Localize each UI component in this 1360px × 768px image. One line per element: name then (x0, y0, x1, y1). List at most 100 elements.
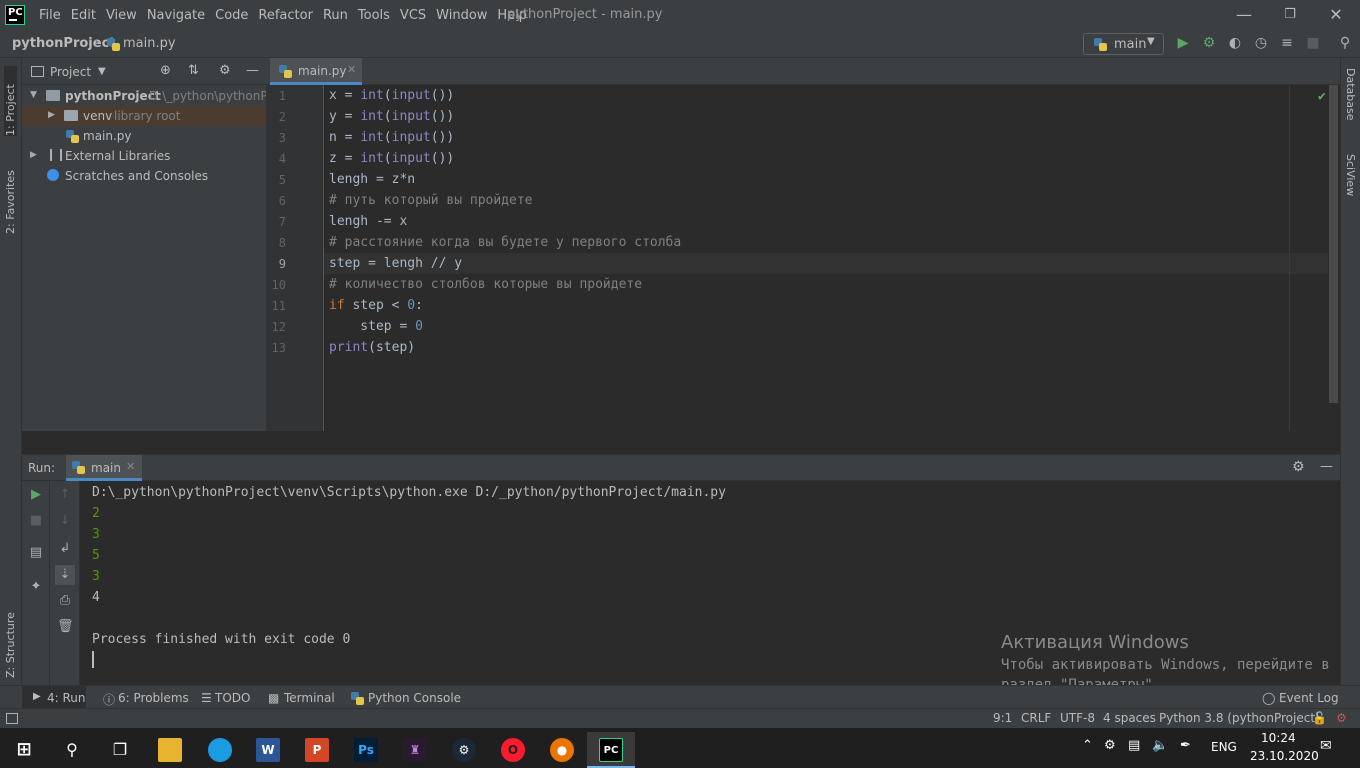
locate-icon[interactable]: ⊕ (160, 63, 171, 78)
tree-item-scratches[interactable]: Scratches and Consoles (22, 166, 266, 186)
clock-date[interactable]: 23.10.2020 (1250, 749, 1319, 763)
code-line[interactable]: # путь который вы пройдете (329, 190, 533, 211)
coverage-icon[interactable]: ◐ (1227, 35, 1243, 51)
line-separator[interactable]: CRLF (1021, 711, 1051, 725)
vertical-scrollbar[interactable] (1329, 85, 1338, 403)
gear-icon[interactable]: ⚙ (1292, 459, 1305, 475)
code-line[interactable]: # количество столбов которые вы пройдете (329, 274, 642, 295)
breadcrumb-file[interactable]: main.py (123, 36, 176, 51)
explorer-icon[interactable] (146, 732, 194, 768)
opera-icon[interactable]: O (489, 732, 537, 768)
hide-icon[interactable]: — (1320, 459, 1333, 474)
menu-refactor[interactable]: Refactor (253, 8, 318, 23)
tool-tab-todo[interactable]: TODO (215, 691, 250, 705)
run-tab-main[interactable]: main ✕ (66, 455, 142, 481)
tree-item-venv[interactable]: ▶ venv library root (22, 106, 266, 126)
rerun-icon[interactable]: ▶ (28, 487, 44, 503)
close-icon[interactable]: ✕ (1324, 4, 1348, 26)
pycharm-icon[interactable]: PC (587, 732, 635, 768)
arrow-down-icon[interactable]: ↓ (57, 513, 73, 529)
toggle-tool-windows-icon[interactable] (6, 713, 18, 724)
indent-setting[interactable]: 4 spaces (1103, 711, 1156, 725)
code-line[interactable]: step = lengh // y (329, 253, 462, 274)
editor-tab-main-py[interactable]: main.py ✕ (270, 58, 362, 85)
breadcrumb-project[interactable]: pythonProject (12, 36, 116, 51)
python-interpreter[interactable]: Python 3.8 (pythonProject) (1159, 711, 1320, 725)
print-icon[interactable]: ⎙ (57, 593, 73, 609)
run-configuration-dropdown[interactable]: main ▼ (1083, 33, 1164, 55)
tool-tab-event-log[interactable]: Event Log (1279, 691, 1339, 705)
tray-chevron-up-icon[interactable]: ⌃ (1082, 738, 1093, 753)
scroll-to-end-icon[interactable]: ⇣ (55, 565, 75, 585)
gear-icon[interactable]: ⚙ (219, 63, 231, 78)
tool-tab-run[interactable]: ▶ 4: Run (22, 686, 86, 710)
menu-run[interactable]: Run (318, 8, 353, 23)
tree-item-project-root[interactable]: ▼ pythonProject D:\_python\pythonProject (22, 86, 266, 106)
menu-navigate[interactable]: Navigate (142, 8, 210, 23)
run-icon[interactable]: ▶ (1175, 35, 1191, 51)
inspector-icon[interactable]: ⚙ (1336, 711, 1347, 725)
code-line[interactable]: step = 0 (329, 316, 423, 337)
photoshop-icon[interactable]: Ps (342, 732, 390, 768)
menu-view[interactable]: View (101, 8, 142, 23)
menu-edit[interactable]: Edit (66, 8, 101, 23)
edge-icon[interactable] (196, 732, 244, 768)
structure-tool-tab[interactable]: Z: Structure (4, 598, 17, 678)
collapse-all-icon[interactable]: ⇅ (188, 63, 199, 78)
code-line[interactable]: x = int(input()) (329, 85, 454, 106)
tray-app-icon[interactable]: ⚙ (1104, 738, 1116, 753)
layout-icon[interactable]: ▤ (28, 545, 44, 561)
menu-tools[interactable]: Tools (353, 8, 395, 23)
code-line[interactable]: lengh -= x (329, 211, 407, 232)
network-icon[interactable]: ▤ (1128, 738, 1140, 753)
search-icon[interactable]: ⚲ (48, 732, 96, 768)
code-line[interactable]: z = int(input()) (329, 148, 454, 169)
menu-code[interactable]: Code (210, 8, 253, 23)
code-editor[interactable]: x = int(input()) y = int(input()) n = in… (324, 85, 1340, 431)
debug-icon[interactable]: ⚙ (1201, 35, 1217, 51)
chevron-down-icon[interactable]: ▼ (98, 66, 106, 77)
menu-vcs[interactable]: VCS (395, 8, 431, 23)
pen-icon[interactable]: ✒ (1180, 738, 1191, 753)
stop-icon[interactable]: ■ (28, 513, 44, 529)
sciview-tool-tab[interactable]: SciView (1344, 154, 1357, 214)
code-line[interactable]: n = int(input()) (329, 127, 454, 148)
volume-icon[interactable]: 🔈 (1152, 738, 1168, 753)
code-line[interactable]: print(step) (329, 337, 415, 358)
file-encoding[interactable]: UTF-8 (1060, 711, 1095, 725)
tool-tab-python-console[interactable]: Python Console (368, 691, 461, 705)
restore-icon[interactable]: ❐ (1278, 4, 1302, 26)
stop-icon[interactable]: ■ (1305, 35, 1321, 51)
code-line[interactable]: # расстояние когда вы будете у первого с… (329, 232, 681, 253)
tree-item-external-libraries[interactable]: ▶ ❙❙ External Libraries (22, 146, 266, 166)
hide-icon[interactable]: — (246, 63, 259, 78)
arrow-up-icon[interactable]: ↑ (57, 487, 73, 503)
input-language[interactable]: ENG (1211, 740, 1237, 754)
minimize-icon[interactable]: — (1232, 4, 1256, 26)
trash-icon[interactable]: 🗑 (57, 619, 74, 635)
notifications-icon[interactable]: ✉ (1320, 738, 1332, 754)
soft-wrap-icon[interactable]: ↲ (57, 541, 73, 557)
database-tool-tab[interactable]: Database (1344, 68, 1357, 138)
steam-icon[interactable]: ⚙ (440, 732, 488, 768)
project-tool-tab[interactable]: 1: Project (4, 66, 17, 136)
code-line[interactable]: lengh = z*n (329, 169, 415, 190)
game-icon[interactable]: ♜ (391, 732, 439, 768)
lock-icon[interactable]: 🔓 (1312, 711, 1327, 725)
build-icon[interactable]: ≡ (1279, 35, 1295, 51)
caret-position[interactable]: 9:1 (993, 711, 1012, 725)
search-icon[interactable]: ⚲ (1337, 35, 1353, 51)
close-tab-icon[interactable]: ✕ (126, 460, 135, 473)
tool-tab-problems[interactable]: 6: Problems (118, 691, 189, 705)
word-icon[interactable]: W (244, 732, 292, 768)
clock-time[interactable]: 10:24 (1261, 731, 1296, 745)
task-view-icon[interactable]: ❐ (96, 732, 144, 768)
tool-tab-terminal[interactable]: Terminal (284, 691, 335, 705)
code-line[interactable]: if step < 0: (329, 295, 423, 316)
inspection-ok-icon[interactable]: ✔ (1318, 89, 1326, 104)
pin-icon[interactable]: ✦ (28, 579, 44, 595)
project-view-selector[interactable]: Project (50, 65, 91, 79)
tree-item-main-py[interactable]: main.py (22, 126, 266, 146)
panel-splitter[interactable] (22, 431, 1340, 455)
blender-icon[interactable]: ● (538, 732, 586, 768)
